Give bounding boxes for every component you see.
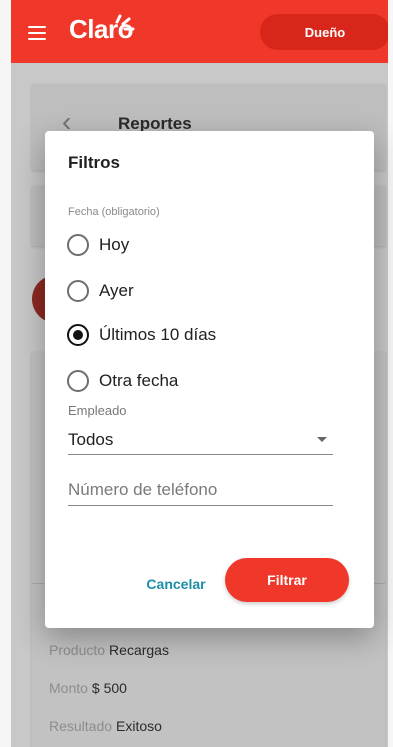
filters-dialog: Filtros Fecha (obligatorio) Hoy Ayer Últ… (45, 131, 374, 628)
right-gutter (388, 0, 393, 747)
logo-mark-icon (115, 14, 135, 31)
radio-unchecked-icon[interactable] (67, 234, 89, 256)
role-button[interactable]: Dueño (260, 14, 388, 50)
left-gutter (0, 0, 11, 747)
employee-select[interactable]: Todos (68, 425, 333, 455)
menu-icon[interactable] (28, 26, 46, 40)
radio-label: Hoy (99, 235, 130, 254)
employee-caption: Empleado (68, 403, 127, 418)
cancel-button[interactable]: Cancelar (135, 569, 217, 599)
radio-unchecked-icon[interactable] (67, 370, 89, 392)
radio-unchecked-icon[interactable] (67, 280, 89, 302)
radio-option-yesterday[interactable]: Ayer (67, 277, 134, 305)
filter-button[interactable]: Filtrar (225, 558, 349, 602)
phone-number-input[interactable] (68, 474, 333, 506)
radio-option-today[interactable]: Hoy (67, 231, 129, 259)
radio-label: Otra fecha (99, 371, 179, 390)
app-bar: Claro Dueño (11, 0, 388, 63)
radio-label: Últimos 10 días (99, 325, 217, 344)
date-caption: Fecha (obligatorio) (68, 206, 160, 218)
dialog-title: Filtros (68, 153, 120, 172)
radio-checked-icon[interactable] (67, 324, 89, 346)
employee-select-value: Todos (68, 429, 114, 449)
radio-option-last-10-days[interactable]: Últimos 10 días (67, 321, 216, 349)
radio-label: Ayer (99, 281, 134, 300)
radio-option-other-date[interactable]: Otra fecha (67, 367, 178, 395)
dropdown-caret-icon[interactable] (317, 437, 327, 442)
